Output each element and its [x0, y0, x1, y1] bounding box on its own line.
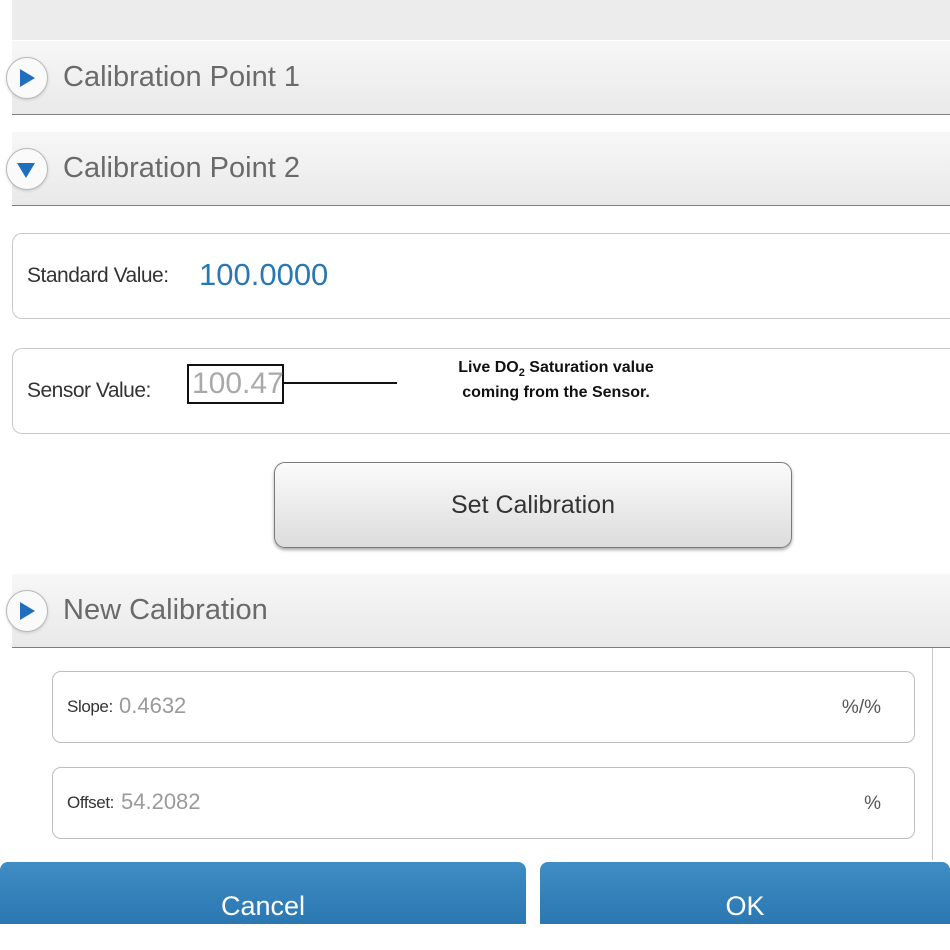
callout-text-post: Saturation value — [524, 359, 654, 376]
sensor-value-label: Sensor Value: — [27, 379, 151, 402]
slope-field: Slope: 0.4632 %/% — [52, 671, 915, 743]
new-calibration-panel: Slope: 0.4632 %/% Offset: 54.2082 % — [12, 648, 933, 860]
collapse-toggle[interactable] — [6, 148, 48, 190]
callout-text-pre: Live DO — [458, 359, 519, 376]
section-title: New Calibration — [63, 594, 268, 626]
callout-leader-line — [284, 382, 397, 384]
triangle-right-icon — [20, 602, 35, 620]
standard-value-label: Standard Value: — [27, 264, 169, 287]
sensor-value-row: Sensor Value: 100.47 Live DO2 Saturation… — [12, 348, 950, 434]
cancel-button[interactable]: Cancel — [0, 862, 526, 924]
callout-annotation: Live DO2 Saturation value coming from th… — [411, 358, 701, 403]
section-calibration-point-1[interactable]: Calibration Point 1 — [6, 41, 950, 115]
ok-button[interactable]: OK — [540, 862, 950, 924]
expand-toggle[interactable] — [6, 57, 48, 99]
set-calibration-button[interactable]: Set Calibration — [274, 462, 792, 548]
offset-label: Offset: — [67, 793, 114, 812]
standard-value[interactable]: 100.0000 — [199, 257, 328, 293]
section-title: Calibration Point 2 — [63, 152, 300, 184]
slope-label: Slope: — [67, 697, 113, 716]
sensor-value: 100.47 — [187, 364, 284, 404]
expand-toggle[interactable] — [6, 590, 48, 632]
standard-value-row[interactable]: Standard Value: 100.0000 — [12, 233, 950, 319]
triangle-right-icon — [20, 69, 35, 87]
top-bar — [12, 0, 950, 40]
slope-unit: %/% — [841, 697, 881, 718]
offset-unit: % — [864, 793, 881, 814]
section-calibration-point-2[interactable]: Calibration Point 2 — [6, 132, 950, 206]
offset-field: Offset: 54.2082 % — [52, 767, 915, 839]
offset-value: 54.2082 — [121, 789, 201, 814]
triangle-down-icon — [17, 163, 35, 178]
slope-value: 0.4632 — [119, 693, 187, 718]
section-new-calibration[interactable]: New Calibration — [6, 574, 950, 648]
section-title: Calibration Point 1 — [63, 61, 300, 93]
callout-line-2: coming from the Sensor. — [462, 384, 650, 402]
